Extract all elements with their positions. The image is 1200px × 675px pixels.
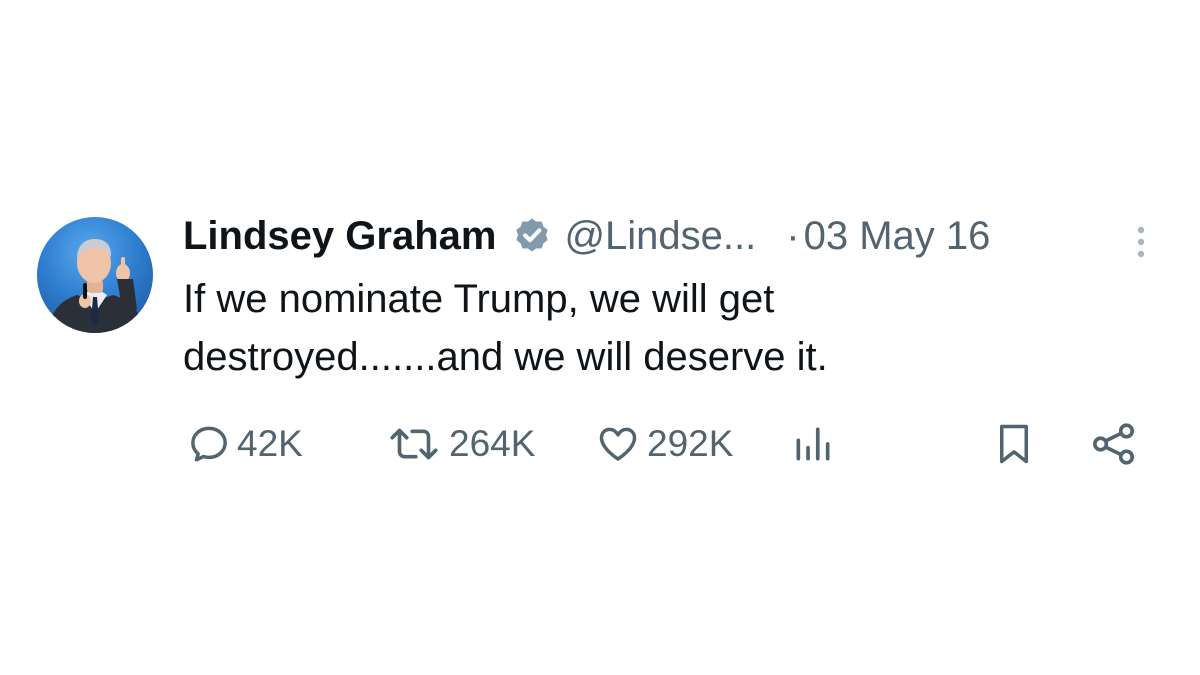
separator-dot: · (786, 213, 800, 258)
more-vertical-icon[interactable] (1126, 222, 1156, 262)
action-bar: 42K 264K 292K (183, 418, 1143, 470)
views-button[interactable] (791, 418, 835, 470)
heart-icon (599, 427, 637, 461)
avatar[interactable] (37, 217, 153, 333)
retweet-button[interactable]: 264K (385, 418, 535, 470)
user-handle[interactable]: @Lindse... (564, 214, 756, 259)
retweet-count: 264K (449, 423, 536, 464)
display-name[interactable]: Lindsey Graham (183, 214, 496, 259)
reply-count: 42K (237, 423, 303, 464)
like-count: 292K (647, 423, 734, 464)
like-button[interactable]: 292K (595, 418, 733, 470)
tweet-text: If we nominate Trump, we will get destro… (183, 277, 828, 379)
tweet-card: Lindsey Graham @Lindse... · 03 May 16 If… (0, 0, 1200, 675)
tweet-date[interactable]: 03 May 16 (804, 214, 991, 259)
retweet-icon (390, 428, 438, 460)
share-icon (1093, 423, 1135, 465)
share-button[interactable] (1091, 418, 1137, 470)
views-chart-icon (796, 427, 830, 461)
reply-icon (191, 426, 227, 462)
tweet-header: Lindsey Graham @Lindse... · 03 May 16 (183, 208, 990, 264)
verified-badge-icon (516, 218, 549, 252)
bookmark-icon (1000, 424, 1028, 464)
avatar-photo (47, 239, 145, 333)
reply-button[interactable]: 42K (187, 418, 303, 470)
bookmark-button[interactable] (993, 418, 1035, 470)
